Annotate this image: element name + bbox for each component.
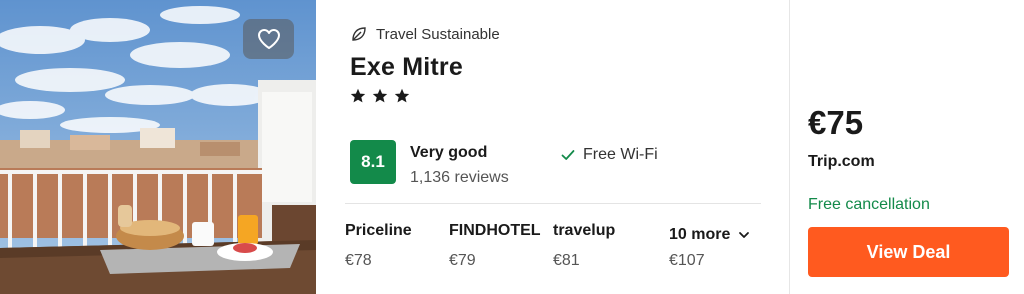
- rating-score-badge[interactable]: 8.1: [350, 140, 396, 184]
- travel-sustainable-badge: Travel Sustainable: [350, 25, 500, 43]
- provider-price: €79: [449, 252, 476, 269]
- rating-label[interactable]: Very good: [410, 144, 487, 162]
- provider-travelup[interactable]: travelup €81: [553, 222, 615, 270]
- star-icon: [372, 88, 388, 104]
- column-divider: [789, 0, 790, 294]
- leaf-icon: [350, 25, 368, 43]
- provider-price: €81: [553, 252, 580, 269]
- free-cancellation-label: Free cancellation: [808, 196, 930, 213]
- more-providers-dropdown[interactable]: 10 more €107: [669, 222, 750, 270]
- deal-price[interactable]: €75: [808, 104, 863, 142]
- amenity-label: Free Wi-Fi: [583, 146, 658, 163]
- review-count[interactable]: 1,136 reviews: [410, 169, 509, 187]
- check-icon: [561, 148, 575, 162]
- provider-name: travelup: [553, 222, 616, 239]
- provider-priceline[interactable]: Priceline €78: [345, 222, 412, 270]
- divider: [345, 203, 761, 204]
- travel-sustainable-label: Travel Sustainable: [376, 25, 500, 43]
- star-icon: [394, 88, 410, 104]
- more-providers-label: 10 more: [669, 226, 731, 243]
- deal-provider[interactable]: Trip.com: [808, 153, 875, 171]
- provider-name: Priceline: [345, 222, 412, 239]
- amenity-wifi: Free Wi-Fi: [561, 146, 658, 164]
- chevron-down-icon: [738, 229, 750, 241]
- provider-price: €78: [345, 252, 372, 269]
- hotel-name[interactable]: Exe Mitre: [350, 53, 463, 82]
- hotel-info: Travel Sustainable Exe Mitre 8.1 Very go…: [0, 0, 790, 294]
- more-providers-price: €107: [669, 252, 705, 269]
- star-icon: [350, 88, 366, 104]
- provider-name: FINDHOTEL: [449, 222, 541, 239]
- hotel-result-card[interactable]: Travel Sustainable Exe Mitre 8.1 Very go…: [0, 0, 1024, 294]
- view-deal-button[interactable]: View Deal: [808, 227, 1009, 277]
- provider-findhotel[interactable]: FINDHOTEL €79: [449, 222, 541, 270]
- hotel-stars: [350, 88, 410, 104]
- more-providers-toggle[interactable]: 10 more: [669, 226, 750, 244]
